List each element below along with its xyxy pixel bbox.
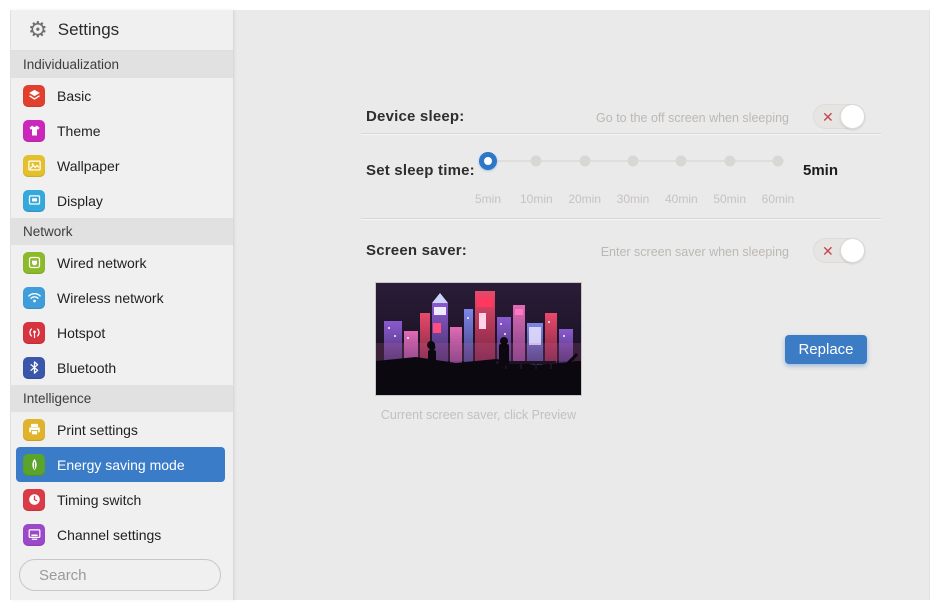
divider bbox=[361, 133, 881, 135]
search-input[interactable] bbox=[37, 565, 240, 585]
toggle-off-x-icon: ✕ bbox=[822, 108, 834, 125]
sidebar-item-label: Timing switch bbox=[57, 491, 142, 508]
toggle-knob bbox=[840, 238, 865, 263]
screen-saver-thumbnail[interactable] bbox=[376, 283, 581, 395]
screen-saver-label: Screen saver: bbox=[366, 242, 468, 259]
wifi-icon bbox=[23, 286, 45, 309]
device-sleep-toggle[interactable]: ✕ bbox=[813, 104, 865, 129]
sidebar-item-basic[interactable]: Basic bbox=[11, 78, 233, 113]
slider-stop-60min[interactable] bbox=[772, 155, 784, 167]
printer-icon bbox=[23, 418, 45, 441]
monitor-icon bbox=[23, 189, 45, 212]
sidebar-item-label: Basic bbox=[57, 87, 92, 104]
sleep-time-value: 5min bbox=[803, 162, 839, 179]
hotspot-icon bbox=[23, 321, 45, 344]
main-content: Device sleep: Go to the off screen when … bbox=[234, 10, 929, 600]
slider-tick-label: 10min bbox=[519, 192, 553, 206]
bluetooth-icon bbox=[23, 356, 45, 379]
sidebar-item-label: Wired network bbox=[57, 254, 147, 271]
slider-tick-label: 30min bbox=[616, 192, 650, 206]
sidebar-section-individualization: Individualization bbox=[11, 51, 233, 78]
search-box[interactable] bbox=[19, 559, 240, 591]
divider bbox=[361, 218, 881, 220]
sidebar-item-label: Energy saving mode bbox=[57, 456, 185, 473]
screen-saver-toggle[interactable]: ✕ bbox=[813, 238, 865, 263]
toggle-knob bbox=[840, 104, 865, 129]
sidebar-item-wallpaper[interactable]: Wallpaper bbox=[11, 148, 233, 183]
sidebar-item-print-settings[interactable]: Print settings bbox=[11, 412, 233, 447]
device-sleep-label: Device sleep: bbox=[366, 108, 465, 125]
tshirt-icon bbox=[23, 119, 45, 142]
slider-stop-10min[interactable] bbox=[530, 155, 542, 167]
toggle-off-x-icon: ✕ bbox=[822, 242, 834, 259]
sleep-time-label: Set sleep time: bbox=[366, 162, 475, 179]
sidebar-header: ⚙ Settings bbox=[11, 10, 233, 51]
sidebar-item-channel-settings[interactable]: Channel settings bbox=[11, 517, 233, 552]
slider-tick-label: 5min bbox=[474, 192, 502, 206]
sidebar-section-intelligence: Intelligence bbox=[11, 385, 233, 412]
sidebar-item-label: Display bbox=[57, 192, 103, 209]
slider-tick-label: 60min bbox=[761, 192, 795, 206]
screen-saver-caption: Current screen saver, click Preview bbox=[380, 408, 577, 422]
sidebar-item-display[interactable]: Display bbox=[11, 183, 233, 218]
wired-network-icon bbox=[23, 251, 45, 274]
device-sleep-description: Go to the off screen when sleeping bbox=[596, 111, 789, 125]
sidebar-item-wireless-network[interactable]: Wireless network bbox=[11, 280, 233, 315]
slider-stop-40min[interactable] bbox=[675, 155, 687, 167]
sidebar: ⚙ Settings Individualization Basic Theme Wa… bbox=[11, 10, 240, 600]
sidebar-section-network: Network bbox=[11, 218, 233, 245]
clock-icon bbox=[23, 488, 45, 511]
settings-window: ⚙ Settings Individualization Basic Theme Wa… bbox=[0, 0, 938, 608]
sidebar-item-label: Wallpaper bbox=[57, 157, 120, 174]
cyberpunk-city-image bbox=[376, 283, 581, 395]
sidebar-item-bluetooth[interactable]: Bluetooth bbox=[11, 350, 233, 385]
sidebar-item-wired-network[interactable]: Wired network bbox=[11, 245, 233, 280]
sidebar-item-label: Hotspot bbox=[57, 324, 106, 341]
slider-stop-50min[interactable] bbox=[724, 155, 736, 167]
replace-button[interactable]: Replace bbox=[785, 335, 867, 364]
slider-tick-label: 50min bbox=[713, 192, 746, 206]
sidebar-sections: Individualization Basic Theme Wallpaper Disp… bbox=[11, 51, 233, 552]
photo-icon bbox=[23, 154, 45, 177]
leaf-icon bbox=[23, 453, 45, 476]
app-title: Settings bbox=[57, 20, 120, 39]
sidebar-item-theme[interactable]: Theme bbox=[11, 113, 233, 148]
screen-saver-description: Enter screen saver when sleeping bbox=[600, 245, 789, 259]
sidebar-item-timing-switch[interactable]: Timing switch bbox=[11, 482, 233, 517]
app-frame: ⚙ Settings Individualization Basic Theme Wa… bbox=[10, 10, 930, 600]
sidebar-item-energy-saving-mode[interactable]: Energy saving mode bbox=[16, 447, 225, 482]
layers-icon bbox=[23, 84, 45, 107]
sidebar-item-hotspot[interactable]: Hotspot bbox=[11, 315, 233, 350]
slider-stop-20min[interactable] bbox=[579, 155, 591, 167]
channel-monitor-icon bbox=[23, 523, 45, 546]
slider-tick-label: 40min bbox=[664, 192, 698, 206]
sidebar-item-label: Wireless network bbox=[57, 289, 164, 306]
slider-stop-5min[interactable] bbox=[479, 152, 497, 170]
slider-stop-30min[interactable] bbox=[627, 155, 639, 167]
gear-icon: ⚙ bbox=[28, 17, 48, 42]
sidebar-item-label: Theme bbox=[57, 122, 101, 139]
sidebar-item-label: Print settings bbox=[57, 421, 138, 438]
sidebar-item-label: Bluetooth bbox=[57, 359, 117, 376]
sidebar-item-label: Channel settings bbox=[57, 526, 162, 543]
slider-tick-label: 20min bbox=[568, 192, 601, 206]
